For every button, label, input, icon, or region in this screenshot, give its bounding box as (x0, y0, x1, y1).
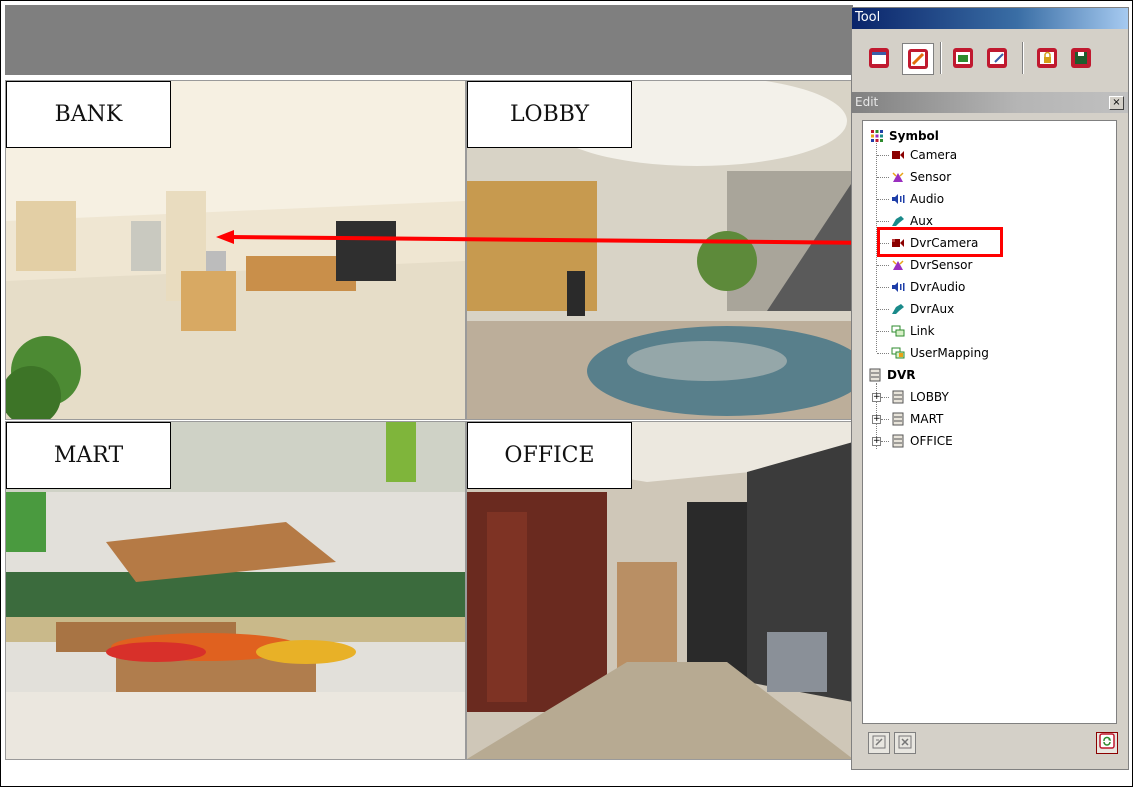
window-icon[interactable] (866, 45, 892, 71)
tool-title[interactable]: Tool (852, 8, 1128, 29)
expand-icon[interactable]: + (872, 393, 881, 402)
link-icon (890, 324, 906, 338)
tree-root-symbol-label: Symbol (889, 129, 939, 143)
dvr-device-icon (890, 412, 906, 426)
tree-item-label: LOBBY (910, 390, 949, 404)
tree-item-sensor[interactable]: Sensor (890, 168, 951, 186)
expand-icon[interactable]: + (872, 437, 881, 446)
tree-item-label: Link (910, 324, 935, 338)
aux-icon (890, 214, 906, 228)
tree-connector (877, 353, 889, 354)
symbol-tree[interactable]: Symbol Camera Sensor Audio Aux DvrCamera… (862, 120, 1117, 724)
tree-connector (877, 309, 889, 310)
tree-item-audio[interactable]: Audio (890, 190, 944, 208)
tree-item-label: Audio (910, 192, 945, 206)
tool-window: Tool Edit × Symbol Camera Sensor Audio A… (851, 7, 1129, 770)
tree-item-label: DvrAudio (910, 280, 966, 294)
view-label-office: OFFICE (467, 422, 632, 489)
tree-connector (881, 397, 889, 398)
dvr-aux-icon (890, 302, 906, 316)
application-canvas: BANK LOBBY MART OFFICE Tool Edit × Symbo… (0, 0, 1133, 787)
properties-icon (872, 734, 886, 753)
expand-icon[interactable]: + (872, 415, 881, 424)
view-label-bank: BANK (6, 81, 171, 148)
camera-icon (890, 148, 906, 162)
tree-connector (877, 221, 889, 222)
close-icon[interactable]: × (1109, 96, 1124, 110)
tree-connector (881, 441, 889, 442)
tree-item-dvrsensor[interactable]: DvrSensor (890, 256, 972, 274)
lock-icon[interactable] (1034, 45, 1060, 71)
tree-root-symbol[interactable]: Symbol (869, 127, 939, 145)
sensor-icon (890, 170, 906, 184)
toolbar-separator (940, 42, 942, 74)
tree-item-label: UserMapping (910, 346, 989, 360)
dvrcamera-highlight (877, 227, 1003, 257)
tree-item-label: Camera (910, 148, 958, 162)
tree-item-dvraux[interactable]: DvrAux (890, 300, 954, 318)
grid-icon (869, 129, 885, 143)
edit-panel-title: Edit × (852, 92, 1128, 113)
refresh-button[interactable] (1096, 732, 1118, 754)
view-mart[interactable]: MART (5, 421, 466, 760)
tree-root-dvr[interactable]: DVR (867, 366, 916, 384)
toolbar-separator (1022, 42, 1024, 74)
properties-button[interactable] (868, 732, 890, 754)
tree-connector (877, 265, 889, 266)
tree-item-dvraudio[interactable]: DvrAudio (890, 278, 965, 296)
edit-panel-title-text: Edit (855, 95, 879, 109)
view-label-lobby: LOBBY (467, 81, 632, 148)
tree-connector (877, 177, 889, 178)
tree-connector (877, 287, 889, 288)
tree-item-label: Sensor (910, 170, 952, 184)
dvr-device-icon (890, 434, 906, 448)
tree-item-label: MART (910, 412, 944, 426)
dvr-device-icon (890, 390, 906, 404)
tree-connector (881, 419, 889, 420)
tree-item-label: DvrAux (910, 302, 955, 316)
view-label-mart: MART (6, 422, 171, 489)
tree-item-dvr-office[interactable]: OFFICE (890, 432, 953, 450)
audio-icon (890, 192, 906, 206)
delete-button[interactable] (894, 732, 916, 754)
tree-item-dvr-lobby[interactable]: LOBBY (890, 388, 949, 406)
dvr-icon (867, 368, 883, 382)
tree-item-usermapping[interactable]: UserMapping (890, 344, 989, 362)
user-mapping-icon (890, 346, 906, 360)
tree-root-dvr-label: DVR (887, 368, 916, 382)
tree-item-label: DvrSensor (910, 258, 973, 272)
tree-item-label: OFFICE (910, 434, 953, 448)
edit-pencil-icon[interactable] (902, 43, 934, 75)
top-banner (5, 5, 853, 75)
dvr-audio-icon (890, 280, 906, 294)
tree-connector (877, 155, 889, 156)
annotation-arrow (216, 230, 880, 245)
image-icon[interactable] (950, 45, 976, 71)
refresh-icon (1099, 733, 1115, 753)
dvr-sensor-icon (890, 258, 906, 272)
view-office[interactable]: OFFICE (466, 421, 854, 760)
delete-icon (898, 734, 912, 753)
tree-item-dvr-mart[interactable]: MART (890, 410, 943, 428)
tree-item-link[interactable]: Link (890, 322, 935, 340)
tree-connector (877, 331, 889, 332)
tree-item-camera[interactable]: Camera (890, 146, 957, 164)
tree-connector (877, 199, 889, 200)
save-icon[interactable] (1068, 45, 1094, 71)
edit-form-icon[interactable] (984, 45, 1010, 71)
